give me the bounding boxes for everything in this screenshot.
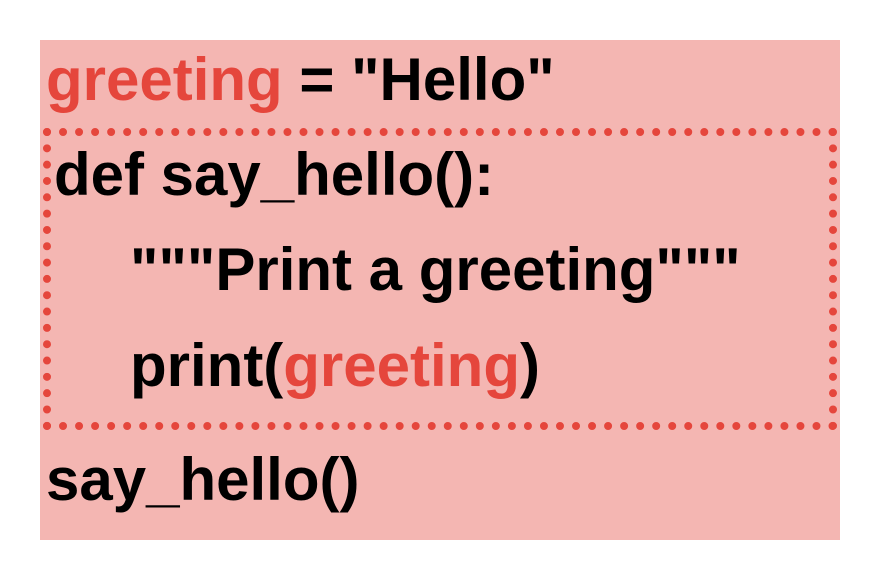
code-line-function-call: say_hello() — [46, 450, 359, 510]
function-call: say_hello() — [46, 446, 360, 513]
code-line-function-def: def say_hello(): — [54, 145, 494, 205]
print-call-open: print( — [130, 332, 284, 399]
code-line-docstring: """Print a greeting""" — [130, 240, 741, 300]
function-definition: def say_hello(): — [54, 141, 495, 208]
global-variable-name: greeting — [46, 46, 283, 113]
code-line-print-call: print(greeting) — [130, 336, 540, 396]
assignment-value: = "Hello" — [282, 46, 555, 113]
code-panel: greeting = "Hello" def say_hello(): """P… — [40, 40, 840, 540]
code-line-assignment: greeting = "Hello" — [46, 50, 555, 110]
variable-reference: greeting — [283, 332, 520, 399]
docstring: """Print a greeting""" — [130, 236, 741, 303]
print-call-close: ) — [519, 332, 540, 399]
